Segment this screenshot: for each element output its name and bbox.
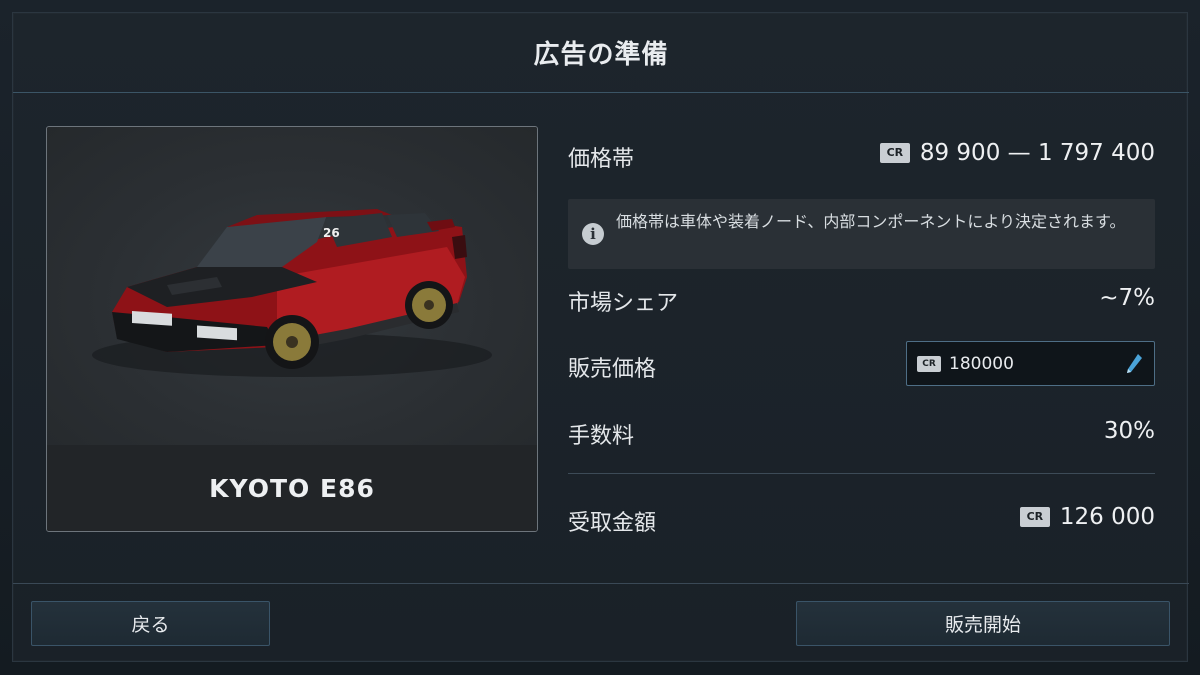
price-range-info-text: 価格帯は車体や装着ノード、内部コンポーネントにより決定されます。	[616, 212, 1126, 231]
start-sale-button-label: 販売開始	[944, 614, 1021, 636]
pencil-icon[interactable]	[1124, 352, 1144, 376]
car-decal-number: 26	[323, 226, 340, 240]
footer-divider	[13, 583, 1189, 584]
received-amount-label: 受取金額	[568, 511, 657, 536]
price-range-label: 価格帯	[568, 147, 635, 172]
credits-icon: CR	[917, 355, 941, 372]
market-share-value: ~7%	[873, 285, 1155, 311]
car-name: KYOTO E86	[209, 473, 375, 503]
received-amount-value: CR 126 000	[873, 504, 1155, 530]
car-preview-image: 26	[47, 127, 537, 445]
car-preview-card: 26 KYOTO E86	[46, 126, 538, 532]
start-sale-button[interactable]: 販売開始	[796, 601, 1170, 646]
fee-value: 30%	[873, 418, 1155, 444]
price-range-value: CR 89 900 — 1 797 400	[773, 140, 1155, 166]
dialog-header: 広告の準備	[13, 13, 1189, 93]
market-share-text: ~7%	[1099, 285, 1155, 311]
market-share-label: 市場シェア	[568, 291, 679, 316]
credits-icon: CR	[879, 143, 910, 163]
back-button-label: 戻る	[131, 614, 170, 636]
sale-price-value[interactable]: 180000	[949, 354, 1116, 374]
back-button[interactable]: 戻る	[31, 601, 270, 646]
fee-label: 手数料	[568, 424, 635, 449]
info-icon: i	[582, 223, 604, 245]
dialog-title: 広告の準備	[533, 40, 669, 70]
car-name-bar: KYOTO E86	[47, 445, 537, 531]
listing-dialog: 広告の準備 26 KYOTO E86 価格帯 CR 89 900 — 1 797…	[12, 12, 1189, 662]
sale-price-label: 販売価格	[568, 357, 657, 382]
sale-price-input[interactable]: CR 180000	[906, 341, 1155, 386]
section-divider	[568, 473, 1155, 474]
credits-icon: CR	[1019, 507, 1050, 527]
car-render: 26	[92, 209, 492, 377]
price-range-info-box: i 価格帯は車体や装着ノード、内部コンポーネントにより決定されます。	[568, 199, 1155, 269]
price-range-text: 89 900 — 1 797 400	[919, 140, 1155, 166]
fee-text: 30%	[1103, 418, 1155, 444]
received-amount-text: 126 000	[1059, 504, 1155, 530]
